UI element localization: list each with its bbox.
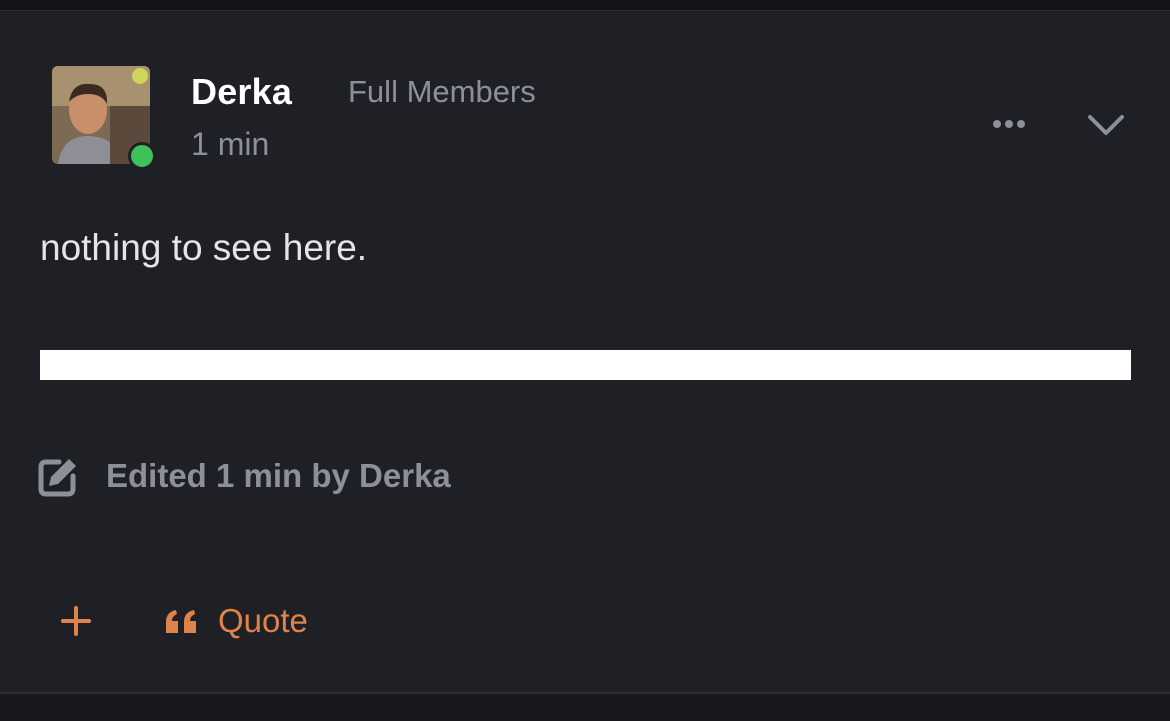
member-group-label: Full Members: [348, 74, 536, 109]
forum-post: Derka Full Members 1 min nothing to see …: [0, 11, 1170, 692]
react-plus-button[interactable]: [56, 601, 96, 641]
ellipsis-icon: [993, 120, 1025, 128]
bottom-divider: [0, 692, 1170, 721]
plus-icon: [61, 606, 91, 636]
top-divider: [0, 0, 1170, 11]
edit-icon: [37, 456, 79, 498]
quote-label: Quote: [218, 602, 308, 639]
quote-icon: [166, 610, 196, 633]
author-name[interactable]: Derka: [191, 71, 292, 113]
post-timestamp[interactable]: 1 min: [191, 126, 269, 163]
more-options-button[interactable]: [986, 109, 1032, 139]
edited-note: Edited 1 min by Derka: [106, 457, 451, 494]
online-status-indicator: [128, 142, 156, 170]
content-divider-bar: [40, 350, 1131, 380]
collapse-button[interactable]: [1080, 103, 1132, 147]
quote-button[interactable]: Quote: [164, 599, 308, 643]
post-body-text: nothing to see here.: [40, 227, 368, 268]
chevron-down-icon: [1088, 115, 1124, 135]
